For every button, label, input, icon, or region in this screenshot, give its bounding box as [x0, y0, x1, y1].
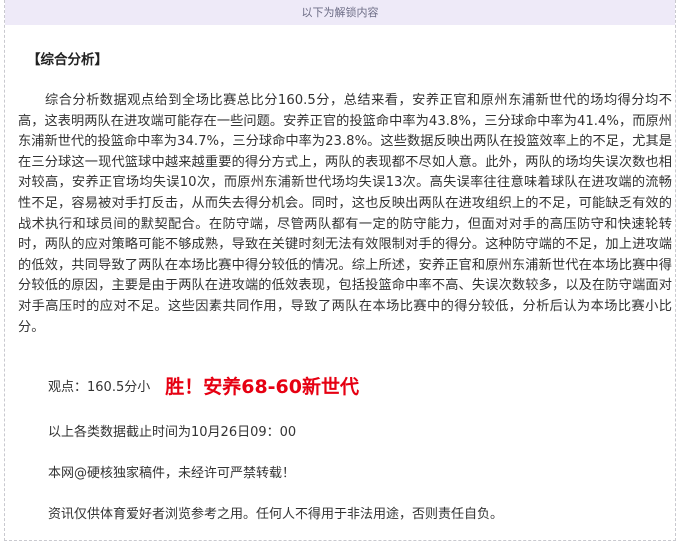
unlock-header: 以下为解锁内容: [5, 0, 675, 25]
copyright-note: 本网@硬核独家稿件，未经许可严禁转载！: [48, 466, 296, 481]
disclaimer-text: 资讯仅供体育爱好者浏览参考之用。任何人不得用于非法用途，否则责任自负。: [48, 507, 504, 522]
prediction-result: 胜！安养68-60新世代: [165, 375, 359, 398]
analysis-paragraph: 综合分析数据观点给到全场比赛总比分160.5分，总结来看，安养正官和原州东浦新世…: [18, 93, 672, 335]
viewpoint-label: 观点：160.5分小: [48, 379, 151, 395]
section-title: 【综合分析】: [27, 52, 108, 68]
viewpoint-row: 观点：160.5分小 胜！安养68-60新世代: [48, 371, 359, 399]
data-cutoff-note: 以上各类数据截止时间为10月26日09：00: [48, 425, 297, 440]
